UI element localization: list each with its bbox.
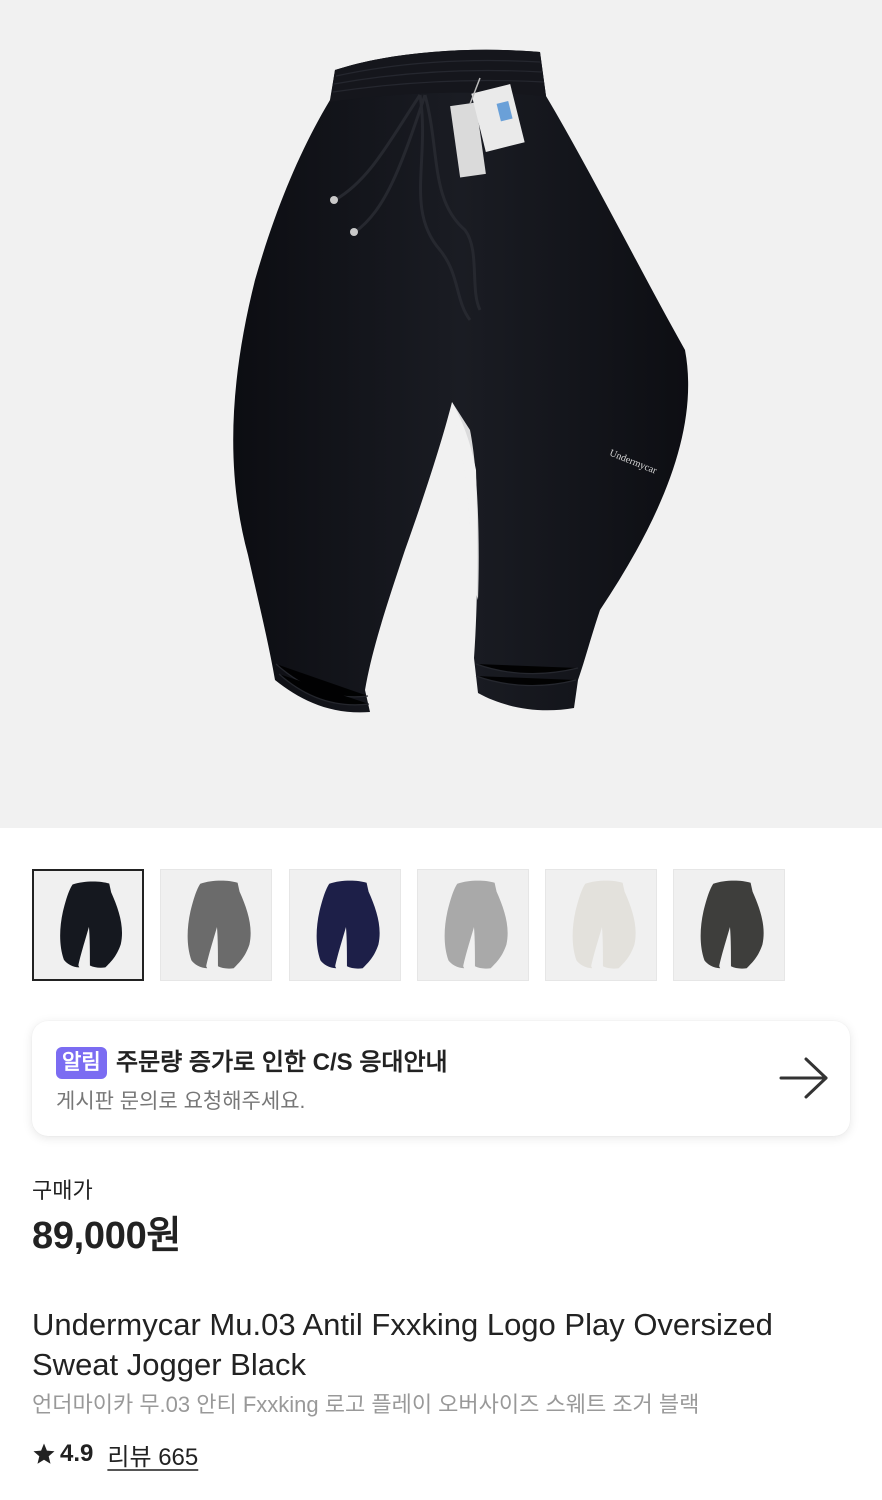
cs-notice-card[interactable]: 알림 주문량 증가로 인한 C/S 응대안내 게시판 문의로 요청해주세요. xyxy=(32,1021,850,1136)
thumbnail-strip xyxy=(32,869,852,981)
rating-row: 4.9 리뷰 665 xyxy=(32,1436,198,1472)
navy-pants-thumbnail-image xyxy=(316,880,380,969)
thumbnail-charcoal-gray[interactable] xyxy=(160,869,272,981)
charcoal-gray-pants-thumbnail-image xyxy=(187,880,251,969)
thumbnail-light-gray[interactable] xyxy=(417,869,529,981)
notice-subtitle: 게시판 문의로 요청해주세요. xyxy=(56,1090,306,1113)
thumbnail-ivory[interactable] xyxy=(545,869,657,981)
price-label: 구매가 xyxy=(32,1178,93,1203)
thumbnail-dark-gray[interactable] xyxy=(673,869,785,981)
price-value: 89,000원 xyxy=(32,1215,182,1257)
light-gray-pants-thumbnail-image xyxy=(444,880,508,969)
product-name-english: Undermycar Mu.03 Antil Fxxking Logo Play… xyxy=(32,1307,773,1382)
product-name-korean: 언더마이카 무.03 안티 Fxxking 로고 플레이 오버사이즈 스웨트 조… xyxy=(32,1392,700,1417)
black-jogger-pants-image: Undermycar xyxy=(233,49,689,713)
arrow-right-icon[interactable] xyxy=(778,1055,830,1101)
review-count-link[interactable]: 리뷰 665 xyxy=(107,1437,198,1472)
ivory-pants-thumbnail-image xyxy=(572,880,636,969)
notice-title: 주문량 증가로 인한 C/S 응대안내 xyxy=(116,1049,448,1076)
dark-gray-pants-thumbnail-image xyxy=(700,880,764,969)
star-icon xyxy=(33,1443,55,1464)
rating-value: 4.9 xyxy=(60,1440,94,1467)
product-main-image: Undermycar xyxy=(0,0,882,828)
black-pants-thumbnail-image xyxy=(60,881,123,968)
notice-badge: 알림 xyxy=(56,1047,107,1079)
thumbnail-navy[interactable] xyxy=(289,869,401,981)
thumbnail-black[interactable] xyxy=(32,869,144,981)
